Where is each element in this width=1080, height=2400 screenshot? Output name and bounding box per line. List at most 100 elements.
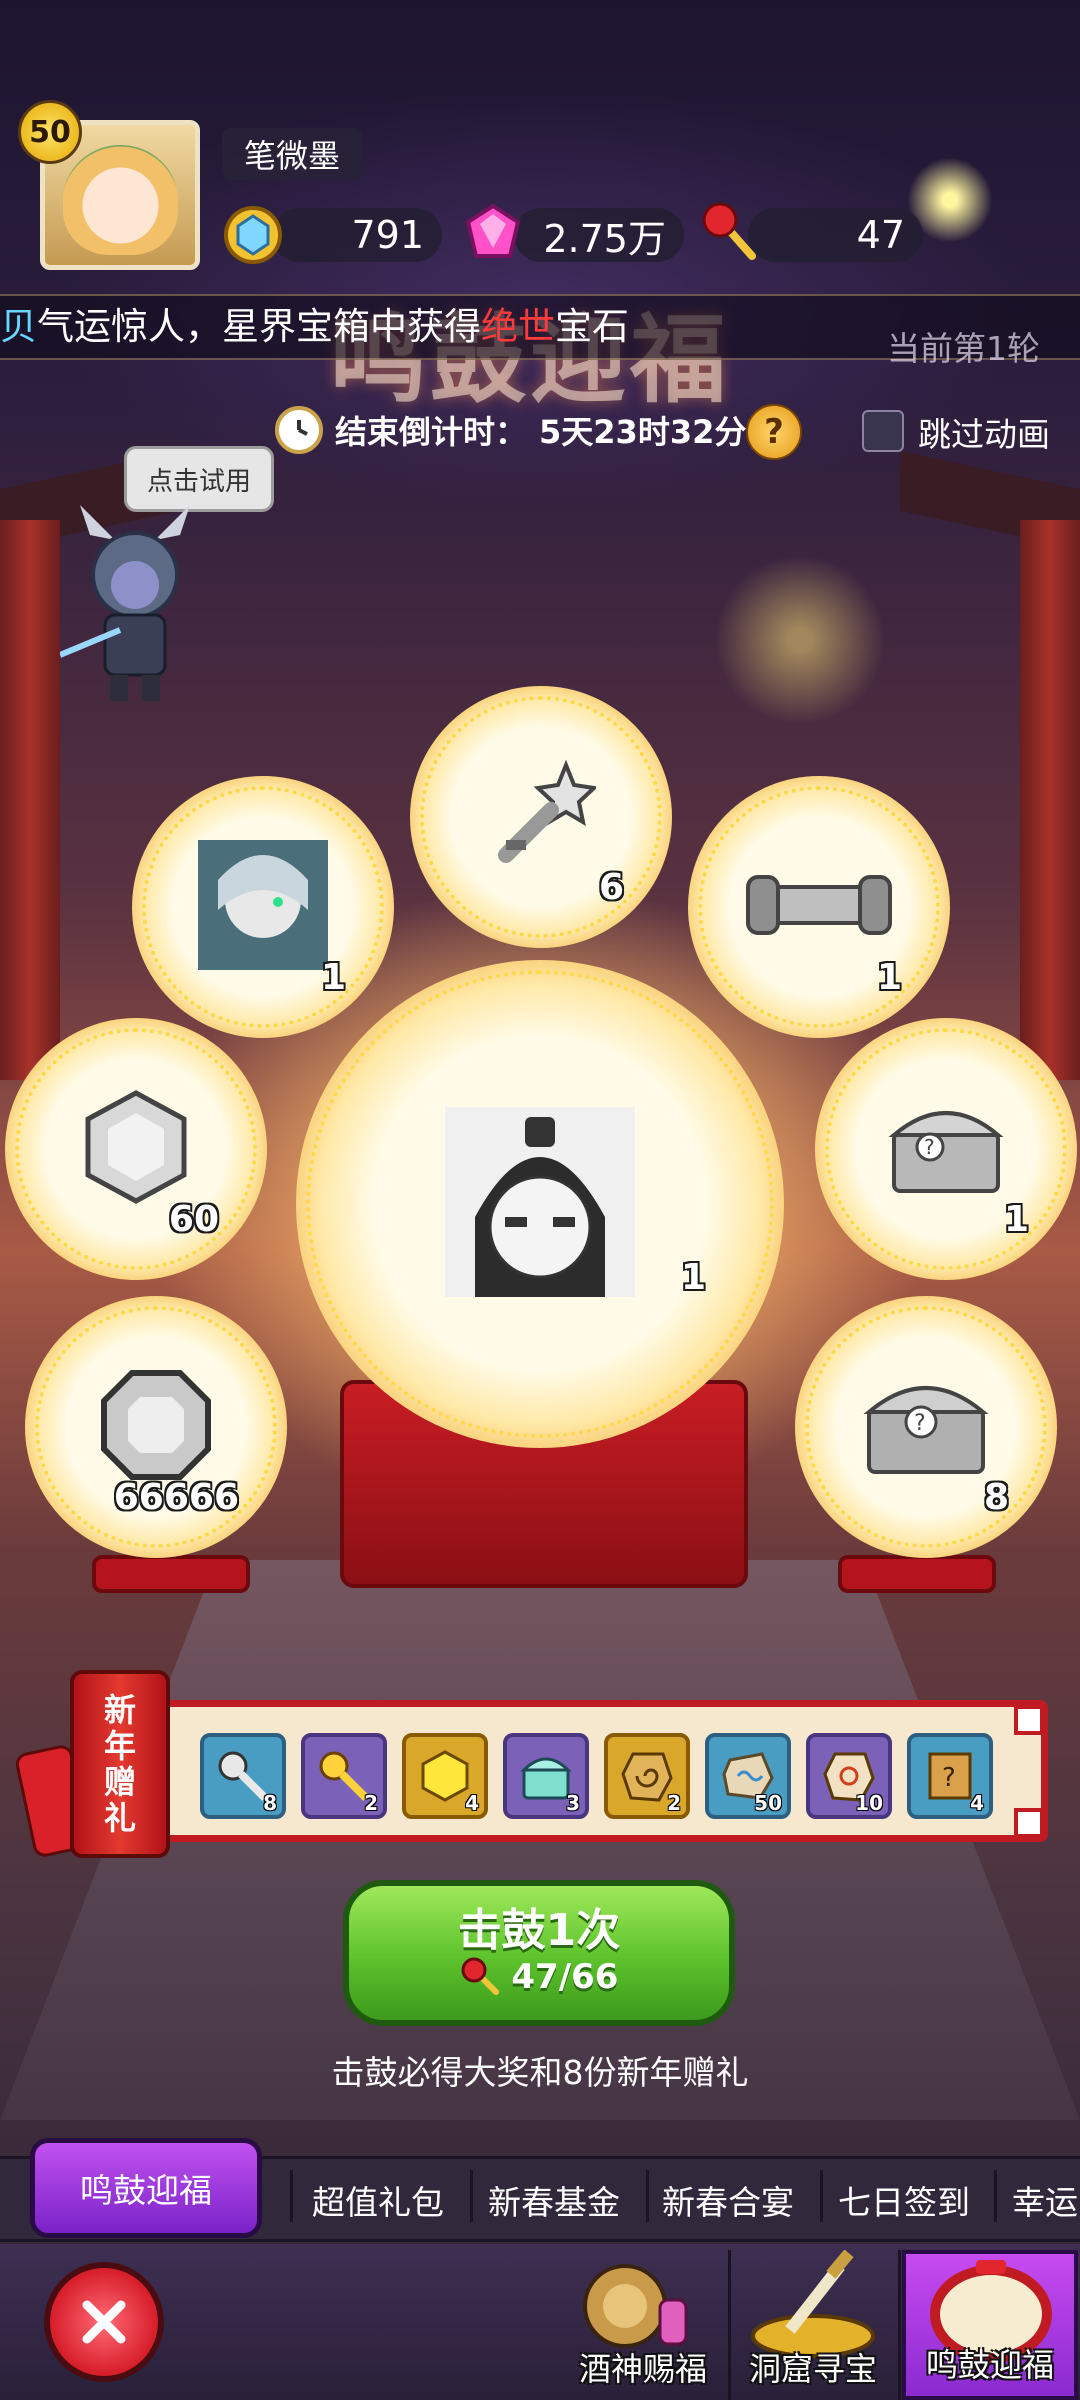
nav-label: 洞窟寻宝 <box>748 2350 877 2388</box>
beat-drum-cost-value: 47/66 <box>511 1957 619 1997</box>
nav-wine-blessing[interactable]: 酒神赐福 <box>560 2250 726 2400</box>
hero-preview[interactable] <box>58 505 210 705</box>
beat-drum-label[interactable]: 击鼓1次 <box>343 1894 735 1958</box>
tab-divider <box>646 2170 649 2222</box>
tab-divider <box>470 2170 473 2222</box>
tab-spring-feast[interactable]: 新春合宴 <box>662 2176 794 2224</box>
pink-gem-icon <box>462 202 524 264</box>
reward-drum: 66666 <box>25 1296 287 1558</box>
svg-text:?: ? <box>924 1135 935 1159</box>
gift-item[interactable]: ? 4 <box>907 1733 993 1819</box>
try-hero-bubble[interactable]: 点击试用 <box>124 446 274 512</box>
mystery-chest-icon: ? <box>861 1370 991 1484</box>
tab-divider <box>994 2170 997 2222</box>
left-pillar <box>0 520 60 1080</box>
tab-divider <box>290 2170 293 2222</box>
clock-icon <box>275 406 323 454</box>
main-drum[interactable]: 1 <box>296 960 784 1448</box>
tab-drum-blessing[interactable]: 鸣鼓迎福 <box>30 2138 262 2238</box>
round-indicator: 当前第1轮 <box>887 329 1040 368</box>
corner-ornament <box>1014 1705 1044 1735</box>
svg-text:?: ? <box>914 1411 926 1436</box>
firework-icon <box>700 540 900 740</box>
gem-counter: 2.75万 <box>514 208 684 262</box>
gift-tag-char: 年 <box>103 1727 136 1765</box>
gift-tag-char: 赠 <box>103 1763 136 1801</box>
gift-item[interactable]: 8 <box>200 1733 286 1819</box>
drum-stand <box>92 1555 250 1593</box>
reward-drum: 60 <box>5 1018 267 1280</box>
close-button[interactable] <box>44 2262 164 2382</box>
skip-animation-label[interactable]: 跳过动画 <box>918 408 1050 456</box>
gift-item[interactable]: 50 <box>705 1733 791 1819</box>
gift-count: 3 <box>566 1791 580 1815</box>
ticker-highlight: 绝世 <box>481 305 555 348</box>
reward-drum: 1 <box>132 776 394 1038</box>
mystery-chest-icon: ? <box>886 1097 1006 1201</box>
hero-portrait-icon <box>198 840 328 974</box>
reward-drum: 1 <box>688 776 950 1038</box>
reward-count: 66666 <box>113 1477 239 1518</box>
gift-item[interactable]: 3 <box>503 1733 589 1819</box>
new-year-gift-tag: 新 年 赠 礼 <box>70 1670 170 1858</box>
nav-cave-treasure[interactable]: 洞窟寻宝 <box>730 2249 896 2400</box>
corner-ornament <box>1014 1808 1044 1838</box>
tab-value-pack[interactable]: 超值礼包 <box>312 2176 444 2224</box>
gold-counter: 791 <box>272 208 442 262</box>
gift-count: 50 <box>754 1791 782 1815</box>
countdown-value: 5天23时32分 <box>539 413 747 451</box>
drumstick-icon <box>461 1957 499 1995</box>
right-pillar <box>1020 520 1080 1080</box>
gift-count: 4 <box>465 1791 479 1815</box>
gem-value: 2.75万 <box>543 216 666 261</box>
silver-bar-icon <box>744 865 894 949</box>
gift-item[interactable]: 4 <box>402 1733 488 1819</box>
gift-count: 8 <box>263 1791 277 1815</box>
gold-value: 791 <box>351 213 424 257</box>
countdown-timer: 结束倒计时： 5天23时32分 <box>275 402 746 458</box>
reward-count: 1 <box>680 1257 706 1298</box>
silver-gem-icon <box>76 1087 196 1211</box>
skip-animation-checkbox[interactable] <box>862 410 904 452</box>
reward-count: 1 <box>320 957 346 998</box>
gift-item[interactable]: 2 <box>301 1733 387 1819</box>
tab-spring-fund[interactable]: 新春基金 <box>488 2176 620 2224</box>
nav-drum-blessing[interactable]: 鸣鼓迎福 <box>902 2250 1078 2400</box>
ticker-lead: 贝 <box>0 305 37 348</box>
nav-label: 酒神赐福 <box>578 2350 707 2388</box>
gift-count: 2 <box>364 1791 378 1815</box>
ticker-text-a: 气运惊人，星界宝箱中获得 <box>37 305 481 348</box>
drum-stand <box>838 1555 996 1593</box>
beat-drum-hint: 击鼓必得大奖和8份新年赠礼 <box>331 2053 749 2092</box>
ticker-text-b: 宝石 <box>555 305 629 348</box>
gift-count: 2 <box>667 1791 681 1815</box>
drumstick-icon <box>700 200 762 262</box>
reward-count: 1 <box>1003 1199 1029 1240</box>
reward-count: 6 <box>598 867 624 908</box>
gift-count: 10 <box>855 1791 883 1815</box>
level-badge: 50 <box>18 100 82 164</box>
tab-lucky[interactable]: 幸运 <box>1012 2176 1080 2224</box>
gift-item[interactable]: 10 <box>806 1733 892 1819</box>
nav-label: 鸣鼓迎福 <box>925 2346 1054 2384</box>
reward-count: 8 <box>983 1477 1009 1518</box>
svg-text:?: ? <box>942 1763 956 1793</box>
beat-drum-cost[interactable]: 47/66 <box>343 1956 735 1997</box>
gift-count: 4 <box>970 1791 984 1815</box>
countdown-label: 结束倒计时： <box>335 413 528 451</box>
reward-drum: 6 <box>410 686 672 948</box>
gold-coin-icon <box>222 204 284 266</box>
tab-divider <box>820 2170 823 2222</box>
player-name: 笔微墨 <box>222 128 362 180</box>
gift-item[interactable]: 2 <box>604 1733 690 1819</box>
tab-seven-day-signin[interactable]: 七日签到 <box>838 2176 970 2224</box>
nav-divider <box>898 2250 901 2400</box>
drumstick-value: 47 <box>856 213 905 257</box>
star-key-icon <box>486 759 599 874</box>
hero-portrait-icon <box>445 1107 635 1301</box>
drumstick-counter: 47 <box>748 208 923 262</box>
help-button[interactable]: ? <box>746 404 802 460</box>
close-icon <box>82 2300 126 2344</box>
gift-tag-char: 礼 <box>103 1799 136 1837</box>
reward-count: 1 <box>876 957 902 998</box>
